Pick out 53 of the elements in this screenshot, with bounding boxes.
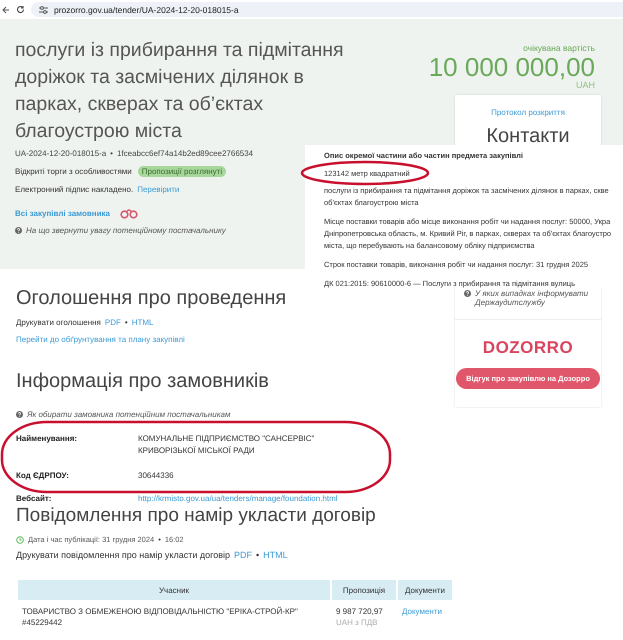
customer-hint[interactable]: Як обирати замовника потенційним постачальникам [27,410,230,419]
dozorro-logo: DOZORRO [482,338,574,358]
help-icon [16,411,23,418]
column-header: Документи [398,580,452,600]
back-icon[interactable] [2,6,10,14]
handcuffs-icon [120,208,138,219]
html-link[interactable]: HTML [132,318,154,327]
expected-value-label: очікувана вартість [522,43,595,53]
url-field[interactable]: prozorro.gov.ua/tender/UA-2024-12-20-018015-a [31,2,623,17]
print-label: Друкувати оголошення [16,318,101,327]
field-label: Вебсайт: [16,493,52,505]
column-header: Учасник [18,580,330,600]
html-link[interactable]: HTML [263,550,288,560]
verify-link[interactable]: Перевірити [137,185,180,194]
print-label: Друкувати повідомлення про намір укласти договір [16,550,230,560]
table-cell-text: 9 987 720,97 UAH з ПДВ [335,606,384,629]
help-icon [464,290,471,297]
status-badge: Пропозиції розглянуті [138,166,226,177]
field-value: 30644336 [138,470,175,482]
contacts-title: Контакти [486,125,570,148]
field-value: КРИВОРІЗЬКОЇ МІСЬКОЇ РАДИ [138,445,256,457]
field-label: Код ЄДРПОУ: [16,470,69,482]
pdf-link[interactable]: PDF [104,318,121,327]
table-cell-text: ТОВАРИСТВО З ОБМЕЖЕНОЮ ВІДПОВІДАЛЬНІСТЮ "ЕРІКА-СТРОЙ-КР" #45229442 [21,606,299,629]
signature-status: Електронний підпис накладено. [15,185,134,194]
tender-hash: 1fceabcc6ef74a14b2ed89cee2766534 [116,149,254,158]
section-heading: Повідомлення про намір укласти договір [16,505,376,527]
protocol-link[interactable]: Протокол розкриття [491,108,565,117]
supplier-hint[interactable]: На що звернути увагу потенційному постачальнику [26,226,226,235]
field-label: Найменування: [16,433,78,445]
website-link[interactable]: http://krmisto.gov.ua/ua/tenders/manage/foundation.html [138,493,623,505]
site-settings-icon[interactable] [39,6,48,14]
separator-dot: • [110,149,113,158]
tender-id: UA-2024-12-20-018015-a [15,149,106,158]
audit-hint[interactable]: У яких випадках інформувати Держаудитслужбу [475,289,592,307]
pdf-link[interactable]: PDF [234,550,252,560]
separator-dot: • [124,318,128,327]
currency-label: UAH [574,81,595,89]
tender-title: послуги із прибирання та підмітання доріжок та засмічених ділянок в парках, скверах та об’єктах благоустрою міста [15,38,345,144]
section-heading: Інформація про замовників [16,370,269,393]
expected-value: 10 000 000,00 [428,53,595,81]
section-heading: Оголошення про проведення [16,287,286,310]
buyer-procurements-link[interactable]: Всі закупівлі замовника [15,209,110,218]
column-header: Пропозиція [332,580,396,600]
plan-link[interactable]: Перейти до обґрунтування та плану закупівлі [16,335,185,344]
procedure-type: Відкриті торги з особливостями [15,167,132,176]
separator-dot: • [256,550,260,560]
clock-icon [16,536,24,544]
url-text: prozorro.gov.ua/tender/UA-2024-12-20-018015-a [54,4,239,14]
documents-link[interactable]: Документи [402,607,442,616]
reload-icon[interactable] [16,5,25,14]
field-value: КОМУНАЛЬНЕ ПІДПРИЄМСТВО "САНСЕРВІС" [138,433,316,445]
help-icon [15,227,22,234]
